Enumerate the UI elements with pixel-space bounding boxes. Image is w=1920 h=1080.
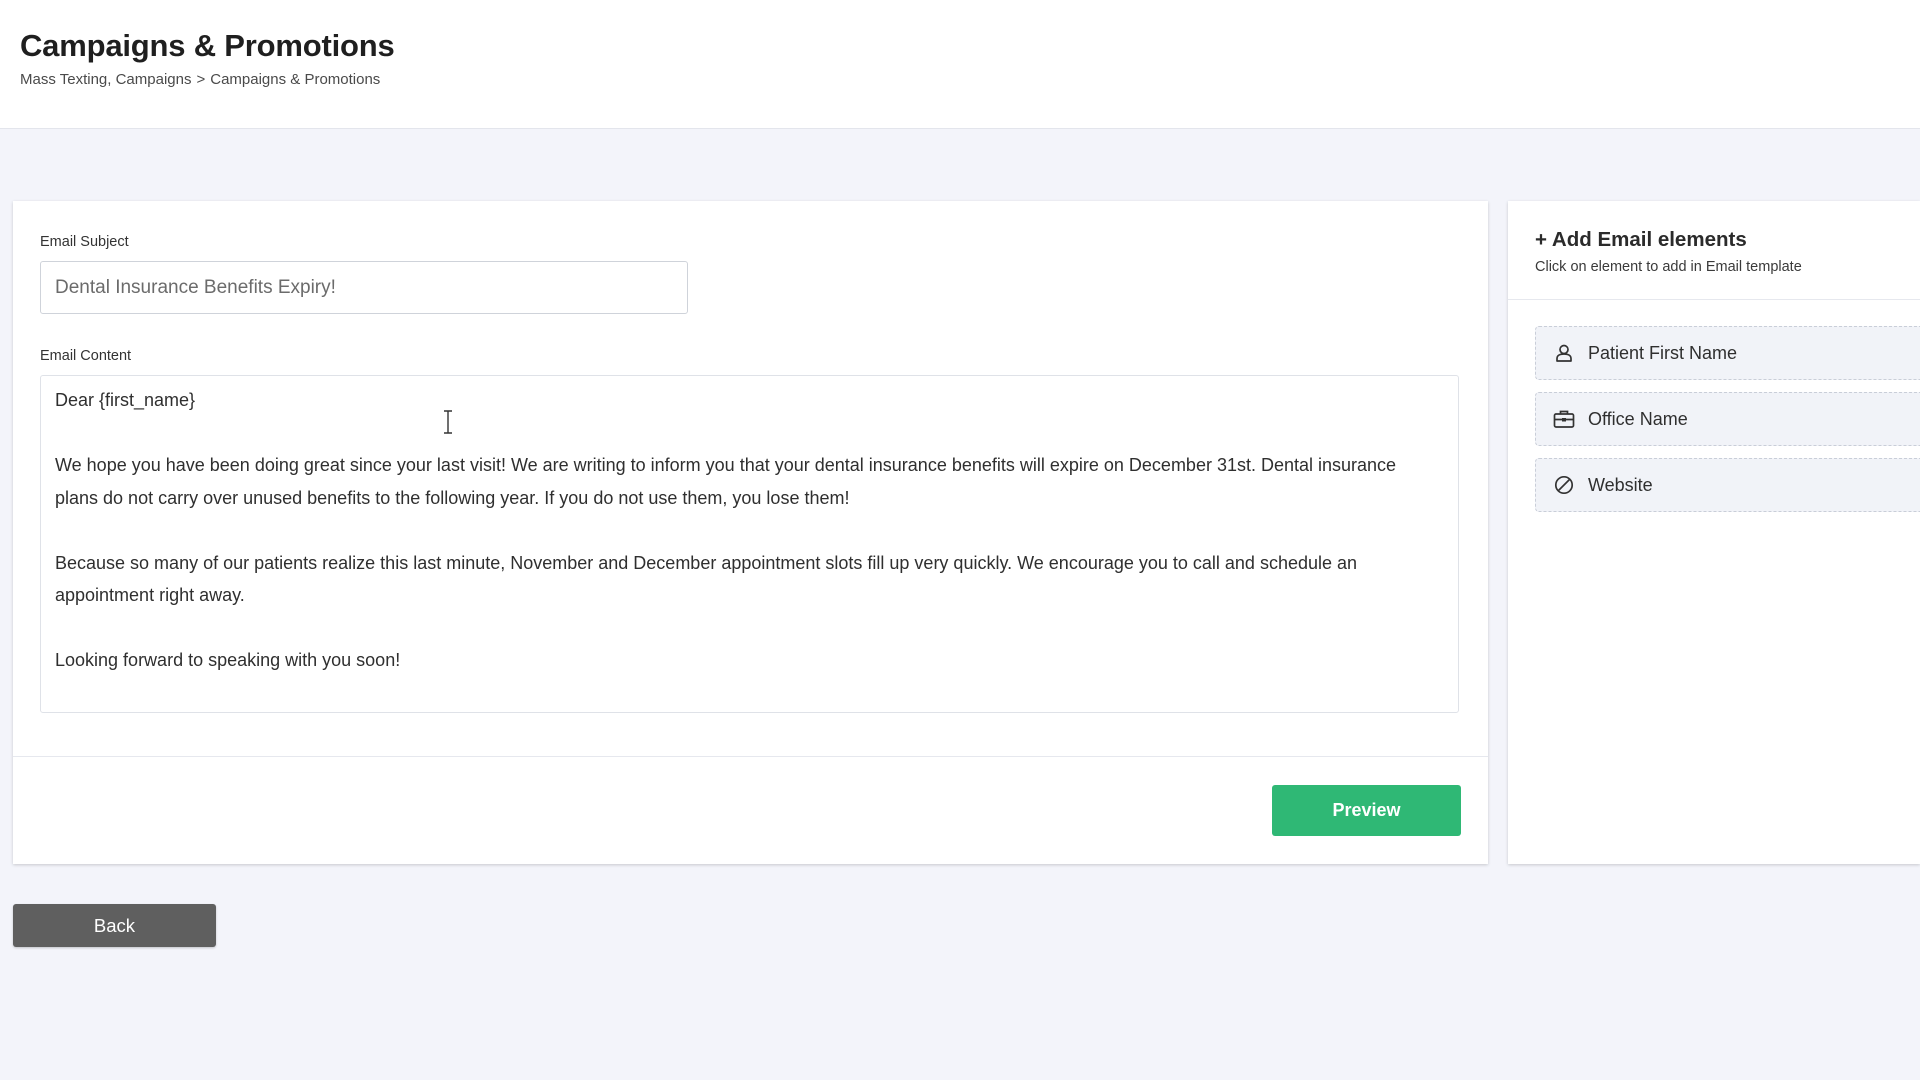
element-office-name[interactable]: Office Name: [1535, 392, 1920, 446]
ban-icon: [1553, 474, 1575, 496]
panel-subtitle: Click on element to add in Email templat…: [1535, 259, 1802, 275]
email-subject-input[interactable]: [40, 261, 688, 314]
editor-footer: Preview: [13, 756, 1488, 864]
content-paragraph: Looking forward to speaking with you soo…: [55, 650, 401, 670]
preview-button[interactable]: Preview: [1272, 785, 1461, 836]
breadcrumb-parent[interactable]: Mass Texting, Campaigns: [20, 71, 191, 88]
breadcrumb: Mass Texting, Campaigns > Campaigns & Prom…: [20, 71, 380, 88]
email-subject-label: Email Subject: [40, 234, 129, 250]
element-patient-first-name[interactable]: Patient First Name: [1535, 326, 1920, 380]
panel-title: + Add Email elements: [1535, 228, 1747, 251]
breadcrumb-current: Campaigns & Promotions: [210, 71, 381, 88]
page-title: Campaigns & Promotions: [20, 28, 395, 63]
text-cursor-icon: [444, 410, 452, 434]
element-website[interactable]: Website: [1535, 458, 1920, 512]
email-content-editor[interactable]: Dear {first_name} We hope you have been …: [40, 375, 1459, 713]
panel-header: + Add Email elements Click on element to…: [1508, 201, 1920, 300]
content-paragraph: Dear {first_name}: [55, 390, 196, 410]
content-paragraph: We hope you have been doing great since …: [55, 455, 1397, 508]
back-button[interactable]: Back: [13, 904, 216, 947]
page-header: Campaigns & Promotions Mass Texting, Cam…: [0, 0, 1920, 129]
user-icon: [1553, 342, 1575, 364]
email-content-label: Email Content: [40, 348, 132, 364]
content-paragraph: Because so many of our patients realize …: [55, 552, 1358, 606]
email-editor-card: Email Subject Email Content Dear {first_…: [13, 201, 1488, 864]
email-elements-panel: + Add Email elements Click on element to…: [1508, 201, 1920, 864]
element-label: Office Name: [1588, 408, 1688, 429]
briefcase-icon: [1553, 408, 1575, 430]
element-label: Website: [1588, 474, 1653, 495]
element-label: Patient First Name: [1588, 342, 1738, 363]
breadcrumb-separator: >: [196, 71, 206, 88]
